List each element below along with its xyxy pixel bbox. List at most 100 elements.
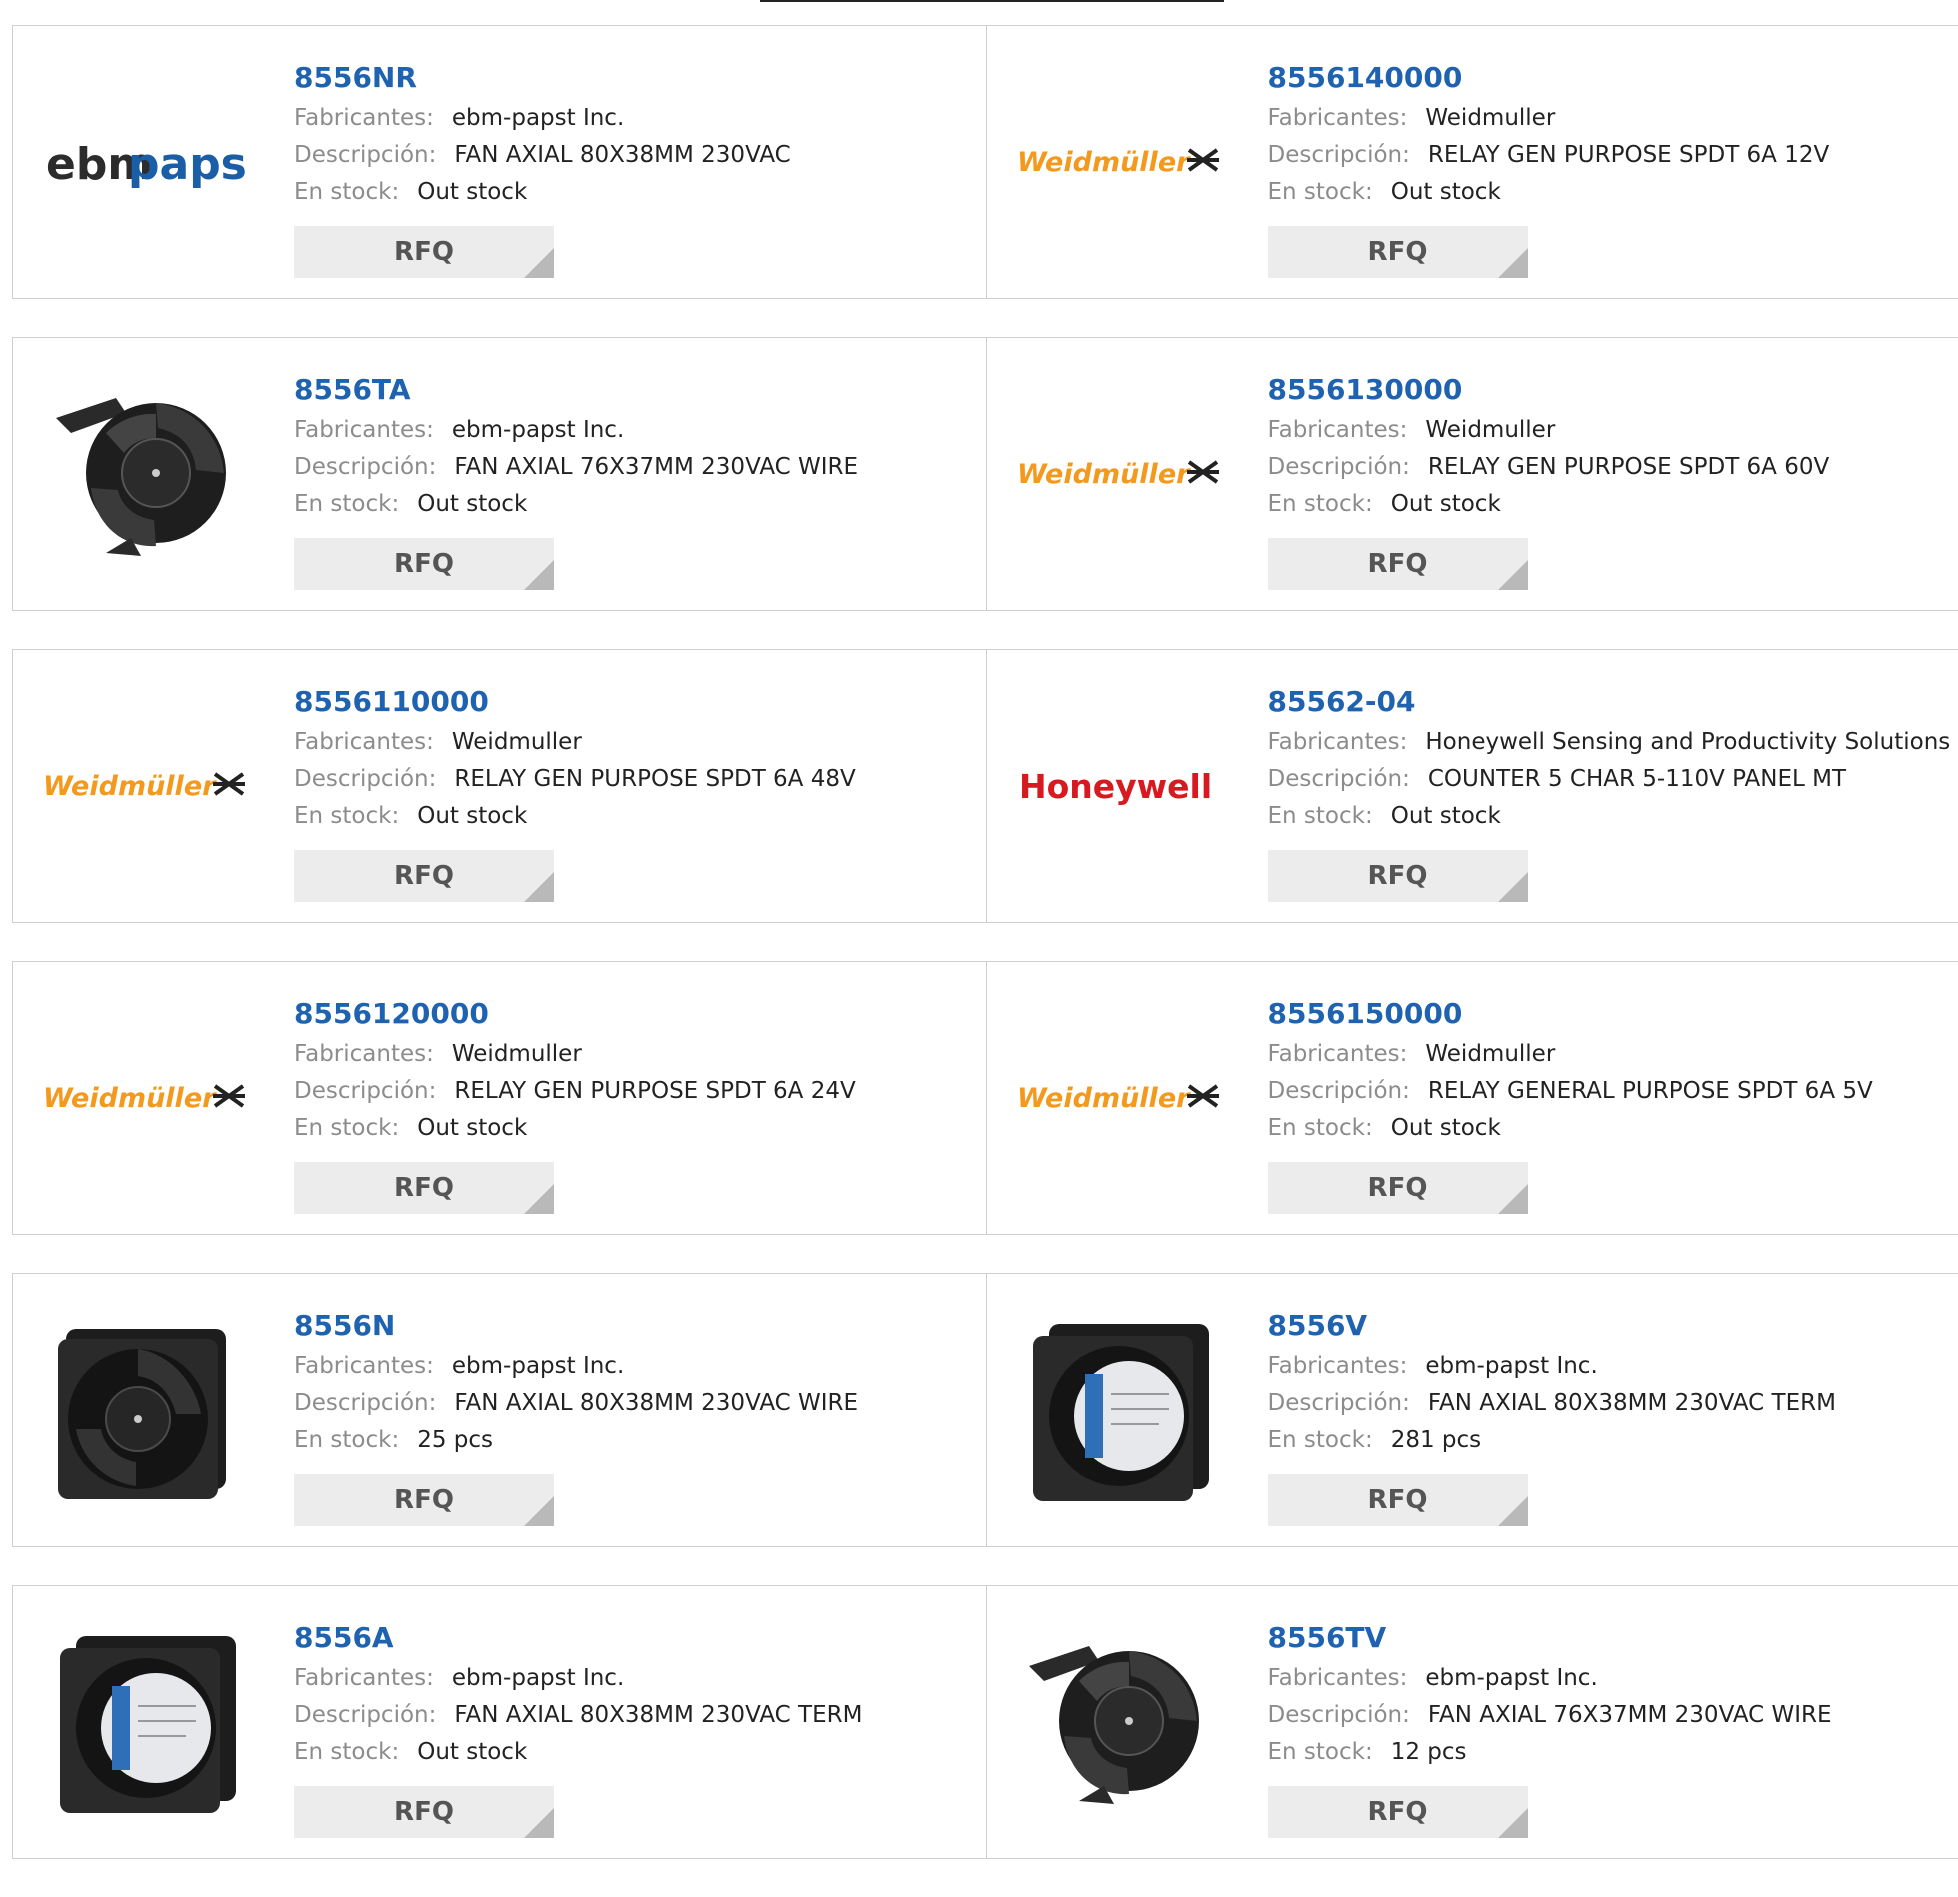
description-row: Descripción:FAN AXIAL 80X38MM 230VAC TER… — [1268, 1385, 1836, 1422]
square-fan-image[interactable] — [43, 1324, 248, 1494]
description-label: Descripción: — [1268, 454, 1410, 480]
description-row: Descripción:RELAY GEN PURPOSE SPDT 6A 24… — [294, 1073, 856, 1110]
manufacturer-label: Fabricantes: — [1268, 1665, 1408, 1691]
manufacturer-label: Fabricantes: — [1268, 729, 1408, 755]
rfq-label: RFQ — [1368, 861, 1428, 891]
stock-value: 25 pcs — [417, 1427, 493, 1453]
rfq-button[interactable]: RFQ — [1268, 538, 1528, 590]
manufacturer-row: Fabricantes:ebm-papst Inc. — [1268, 1348, 1836, 1385]
rfq-button[interactable]: RFQ — [1268, 1786, 1528, 1838]
stock-value: Out stock — [417, 491, 527, 517]
part-number-link[interactable]: 8556A — [294, 1616, 862, 1660]
part-number-link[interactable]: 85562-04 — [1268, 680, 1951, 724]
product-row: 8556NFabricantes:ebm-papst Inc.Descripci… — [12, 1273, 1958, 1547]
description-label: Descripción: — [1268, 766, 1410, 792]
corner-triangle-icon — [1498, 1808, 1528, 1838]
rfq-label: RFQ — [394, 549, 454, 579]
part-number-link[interactable]: 8556130000 — [1268, 368, 1830, 412]
manufacturer-row: Fabricantes:ebm-papst Inc. — [294, 1348, 858, 1385]
part-number-link[interactable]: 8556TA — [294, 368, 858, 412]
manufacturer-row: Fabricantes: Honeywell Sensing and Produc… — [1268, 724, 1951, 761]
part-number-link[interactable]: 8556120000 — [294, 992, 856, 1036]
fan-bracket-image[interactable] — [43, 388, 248, 558]
honeywell-logo[interactable]: Honeywell — [1017, 700, 1222, 870]
stock-value: Out stock — [1391, 803, 1501, 829]
stock-row: En stock:Out stock — [294, 486, 858, 523]
stock-label: En stock: — [294, 179, 399, 205]
rfq-button[interactable]: RFQ — [294, 226, 554, 278]
product-card: 8556VFabricantes:ebm-papst Inc.Descripci… — [986, 1274, 1958, 1546]
manufacturer-row: Fabricantes:Weidmuller — [1268, 412, 1830, 449]
weidmuller-logo[interactable]: Weidmüller — [1017, 1012, 1222, 1182]
description-label: Descripción: — [294, 766, 436, 792]
manufacturer-value: Honeywell Sensing and Productivity Solut… — [1425, 729, 1950, 755]
svg-text:Weidmüller: Weidmüller — [43, 771, 217, 802]
corner-triangle-icon — [1498, 1496, 1528, 1526]
product-row: ebmpapst8556NRFabricantes:ebm-papst Inc.… — [12, 25, 1958, 299]
product-row: Weidmüller 8556120000 Fabricantes:Weidmull… — [12, 961, 1958, 1235]
product-row: Weidmüller8556110000Fabricantes:Weidmull… — [12, 649, 1958, 923]
manufacturer-value: Weidmuller — [1425, 417, 1555, 443]
corner-triangle-icon — [1498, 1184, 1528, 1214]
stock-label: En stock: — [294, 803, 399, 829]
product-card: Weidmüller8556120000Fabricantes:Weidmull… — [13, 962, 986, 1234]
manufacturer-value: Weidmuller — [452, 1041, 582, 1067]
description-value: FAN AXIAL 80X38MM 230VAC TERM — [454, 1702, 862, 1728]
rfq-button[interactable]: RFQ — [294, 538, 554, 590]
rfq-label: RFQ — [394, 1797, 454, 1827]
part-number-link[interactable]: 8556N — [294, 1304, 858, 1348]
manufacturer-row: Fabricantes:Weidmuller — [1268, 1036, 1873, 1073]
stock-row: En stock:Out stock — [1268, 174, 1830, 211]
stock-row: En stock:Out stock — [294, 1734, 862, 1771]
description-row: Descripción: FAN AXIAL 76X37MM 230VAC WIR… — [1268, 1697, 1832, 1734]
rfq-button[interactable]: RFQ — [294, 1474, 554, 1526]
stock-value: Out stock — [417, 179, 527, 205]
square-fan-label-image[interactable] — [1017, 1324, 1222, 1494]
description-row: Descripción: RELAY GEN PURPOSE SPDT 6A 60… — [1268, 449, 1830, 486]
product-card: Weidmüller8556140000Fabricantes:Weidmull… — [986, 26, 1958, 298]
part-number-link[interactable]: 8556110000 — [294, 680, 856, 724]
stock-value: Out stock — [1391, 179, 1501, 205]
part-number-link[interactable]: 8556V — [1268, 1304, 1836, 1348]
weidmuller-logo[interactable]: Weidmüller — [43, 1012, 248, 1182]
weidmuller-logo[interactable]: Weidmüller — [43, 700, 248, 870]
description-label: Descripción: — [1268, 1078, 1410, 1104]
rfq-button[interactable]: RFQ — [294, 1786, 554, 1838]
rfq-button[interactable]: RFQ — [1268, 226, 1528, 278]
description-value: FAN AXIAL 76X37MM 230VAC WIRE — [454, 454, 858, 480]
description-label: Descripción: — [294, 142, 436, 168]
description-value: RELAY GEN PURPOSE SPDT 6A 60V — [1428, 454, 1829, 480]
fan-bracket-image[interactable] — [1017, 1636, 1222, 1806]
description-row: Descripción: COUNTER 5 CHAR 5-110V PANEL … — [1268, 761, 1951, 798]
description-label: Descripción: — [294, 1078, 436, 1104]
part-number-link[interactable]: 8556140000 — [1268, 56, 1830, 100]
part-number-link[interactable]: 8556150000 — [1268, 992, 1873, 1036]
rfq-label: RFQ — [1368, 1797, 1428, 1827]
weidmuller-logo[interactable]: Weidmüller — [1017, 388, 1222, 558]
weidmuller-logo[interactable]: Weidmüller — [1017, 76, 1222, 246]
manufacturer-value: ebm-papst Inc. — [452, 417, 624, 443]
rfq-button[interactable]: RFQ — [1268, 1162, 1528, 1214]
rfq-button[interactable]: RFQ — [1268, 850, 1528, 902]
corner-triangle-icon — [1498, 872, 1528, 902]
description-row: Descripción:FAN AXIAL 80X38MM 230VAC — [294, 137, 791, 174]
stock-row: En stock:Out stock — [1268, 486, 1830, 523]
description-value: FAN AXIAL 80X38MM 230VAC WIRE — [454, 1390, 858, 1416]
description-label: Descripción: — [1268, 1702, 1410, 1728]
product-card: ebmpapst8556NRFabricantes:ebm-papst Inc.… — [13, 26, 986, 298]
rfq-button[interactable]: RFQ — [294, 850, 554, 902]
square-fan-label-image[interactable] — [43, 1636, 248, 1806]
part-number-link[interactable]: 8556NR — [294, 56, 791, 100]
stock-label: En stock: — [1268, 1739, 1373, 1765]
description-value: COUNTER 5 CHAR 5-110V PANEL MT — [1428, 766, 1846, 792]
svg-text:papst: papst — [128, 139, 246, 190]
ebmpapst-logo[interactable]: ebmpapst — [43, 76, 248, 246]
corner-triangle-icon — [524, 1184, 554, 1214]
rfq-button[interactable]: RFQ — [294, 1162, 554, 1214]
product-card: Honeywell 85562-04 Fabricantes: Honeywell S… — [986, 650, 1958, 922]
part-number-link[interactable]: 8556TV — [1268, 1616, 1832, 1660]
description-value: FAN AXIAL 76X37MM 230VAC WIRE — [1428, 1702, 1832, 1728]
manufacturer-value: ebm-papst Inc. — [1425, 1665, 1597, 1691]
rfq-button[interactable]: RFQ — [1268, 1474, 1528, 1526]
description-row: Descripción:FAN AXIAL 80X38MM 230VAC WIR… — [294, 1385, 858, 1422]
